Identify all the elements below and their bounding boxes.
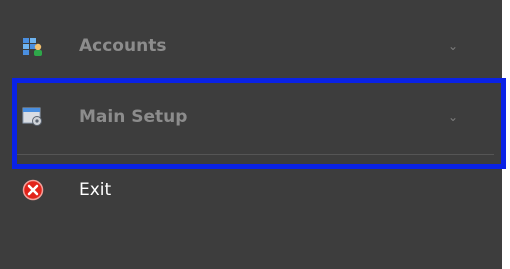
- chevron-down-icon[interactable]: ⌄: [448, 39, 458, 53]
- menu-item-main-setup[interactable]: Main Setup ⌄: [0, 87, 498, 147]
- exit-icon: [22, 179, 44, 201]
- menu-item-label: Accounts: [79, 36, 167, 56]
- chevron-down-icon[interactable]: ⌄: [448, 110, 458, 124]
- menu-item-label: Main Setup: [79, 107, 188, 127]
- menu-divider: [16, 154, 494, 155]
- menu-item-exit[interactable]: Exit: [0, 160, 498, 220]
- accounts-icon: [22, 35, 44, 57]
- menu-item-label: Exit: [79, 180, 112, 200]
- settings-window-icon: [22, 106, 44, 128]
- menu-item-accounts[interactable]: Accounts ⌄: [0, 16, 498, 76]
- background-strip: [502, 0, 510, 269]
- navigation-panel: Accounts ⌄ Main Setup ⌄ Exit: [0, 0, 502, 269]
